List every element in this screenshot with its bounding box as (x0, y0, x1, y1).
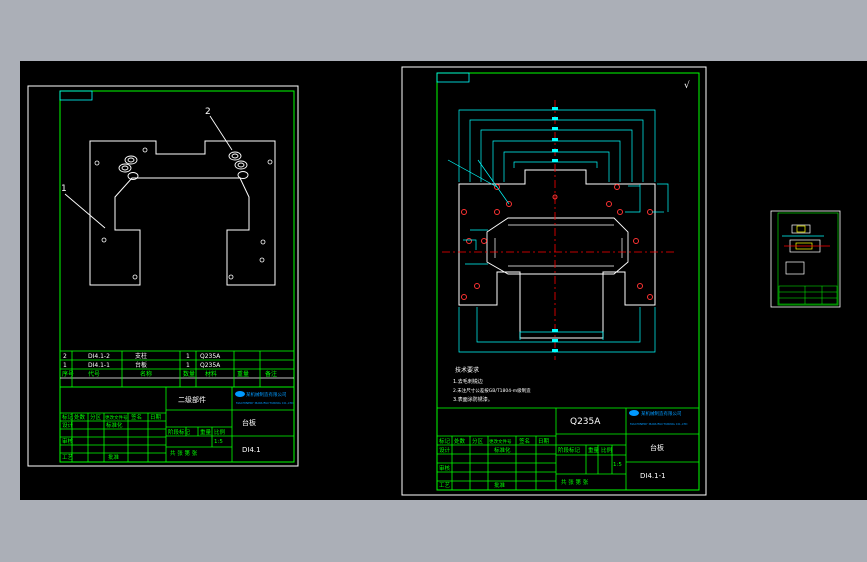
parts-row-no: 2 (63, 353, 67, 360)
role-label: 审核 (62, 437, 74, 445)
role-label: 工艺 (62, 454, 74, 461)
rev-label: 分区 (90, 413, 102, 421)
cad-drawing-canvas[interactable]: 1 2 2 DI4.1-2 支柱 1 Q235A 1 DI4.1-1 台板 1 (0, 0, 867, 562)
parts-row-name: 支柱 (135, 352, 147, 360)
notes-title: 技术要求 (455, 366, 479, 374)
thumbnail-outer-border (770, 210, 841, 308)
parts-row-material: Q235A (200, 362, 221, 369)
thumbnail-inner-border (777, 212, 839, 306)
parts-row-code: DI4.1-1 (88, 362, 110, 369)
approve-label: 批准 (494, 481, 506, 489)
left-sheet-code-box (59, 90, 93, 101)
svg-text:重量: 重量 (237, 370, 249, 378)
role-label: 设计 (439, 446, 451, 454)
left-parts-text: 2 DI4.1-2 支柱 1 Q235A 1 DI4.1-1 台板 1 Q235… (63, 352, 221, 369)
role-label: 工艺 (439, 482, 451, 489)
right-dimension-lines (447, 109, 669, 353)
approve-label: 批准 (108, 453, 120, 461)
svg-text:名称: 名称 (140, 370, 152, 378)
svg-text:数量: 数量 (183, 370, 195, 378)
company-name: 某机械制造有限公司 (246, 391, 287, 398)
company-name: 某机械制造有限公司 (641, 410, 682, 417)
role-label: 审核 (439, 464, 451, 472)
svg-text:备注: 备注 (265, 370, 277, 378)
rev-label: 日期 (150, 414, 162, 421)
parts-row-qty: 1 (186, 353, 190, 360)
roughness-symbol: √ (684, 80, 690, 91)
note-line: 3.表面涂防锈漆。 (453, 396, 493, 403)
sheet-count: 共 张 第 张 (170, 449, 198, 457)
right-sheet-code-box (436, 72, 470, 83)
rev-label: 签名 (131, 413, 142, 421)
right-inner-profile (486, 217, 629, 275)
svg-text:代号: 代号 (88, 370, 100, 378)
leader-label-1: 1 (61, 184, 67, 194)
tech-notes: 技术要求 1.去毛刺锐边 2.未注尺寸公差按GB/T1804-m级制造 3.表面… (453, 366, 531, 403)
left-sheet-inner-border (59, 90, 295, 463)
rev-label: 处数 (454, 437, 466, 445)
stage-label: 阶段标记 (558, 446, 581, 454)
drawing-number: DI4.1 (242, 446, 261, 454)
company-name-en: MACHINERY MANUFACTURING CO.,LTD (630, 422, 688, 426)
note-line: 2.未注尺寸公差按GB/T1804-m级制造 (453, 387, 531, 394)
parts-row-qty: 1 (186, 362, 190, 369)
rev-label: 标记 (62, 413, 74, 421)
company-name-en: MACHINERY MANUFACTURING CO.,LTD (236, 401, 294, 405)
std-label: 标准化 (106, 421, 123, 429)
rev-label: 更改文件号 (105, 414, 128, 421)
rev-label: 日期 (538, 438, 550, 445)
rev-label: 处数 (74, 413, 86, 421)
scale-label: 比例 (214, 428, 226, 436)
thumbnail-title-block (778, 285, 838, 305)
thumbnail-part (782, 224, 830, 275)
parts-row-name: 台板 (135, 361, 147, 369)
left-plate-outline (89, 140, 276, 286)
right-company-logo: 某机械制造有限公司 MACHINERY MANUFACTURING CO.,LT… (629, 410, 688, 426)
drawing-number: DI4.1-1 (640, 472, 666, 480)
right-holes-group (461, 184, 653, 300)
rev-label: 更改文件号 (489, 438, 512, 445)
thumbnail-sheet[interactable] (770, 210, 841, 308)
scale-label: 比例 (601, 446, 613, 454)
note-line: 1.去毛刺锐边 (453, 378, 483, 385)
sheet-count: 共 张 第 张 (561, 478, 589, 486)
svg-text:序号: 序号 (62, 370, 74, 378)
left-company-logo: 某机械制造有限公司 MACHINERY MANUFACTURING CO.,LT… (235, 391, 294, 405)
parts-row-material: Q235A (200, 353, 221, 360)
rev-label: 签名 (519, 437, 530, 445)
right-plate-outline (458, 169, 656, 339)
stage-label: 阶段标记 (168, 428, 191, 436)
std-label: 标准化 (494, 446, 511, 454)
leader-line-2 (209, 115, 233, 151)
right-sheet[interactable]: √ 技术要求 1.去毛刺锐边 2.未注尺寸公差按GB/T1804-m级制造 3.… (401, 66, 707, 496)
scale-value: 1:5 (214, 439, 223, 445)
material-label: Q235A (570, 417, 601, 427)
scale-value: 1:5 (613, 462, 622, 468)
svg-text:材料: 材料 (205, 370, 217, 378)
left-sheet[interactable]: 1 2 2 DI4.1-2 支柱 1 Q235A 1 DI4.1-1 台板 1 (27, 85, 299, 467)
rev-label: 标记 (439, 437, 451, 445)
right-inner-steps (494, 224, 623, 267)
right-sheet-inner-border (436, 72, 700, 491)
drawing-name: 台板 (242, 418, 256, 427)
assembly-title: 二级部件 (178, 395, 206, 404)
role-label: 设计 (62, 421, 74, 429)
leader-label-2: 2 (205, 107, 211, 117)
drawing-name: 台板 (650, 443, 664, 452)
left-sheet-outer-border (27, 85, 299, 467)
left-slots-group (118, 151, 249, 180)
parts-row-code: DI4.1-2 (88, 353, 110, 360)
right-sheet-outer-border (401, 66, 707, 496)
weight-label: 重量 (588, 446, 600, 454)
parts-row-no: 1 (63, 362, 67, 369)
rev-label: 分区 (472, 437, 484, 445)
leader-line-1 (64, 193, 106, 229)
weight-label: 重量 (200, 428, 212, 436)
left-parts-header: 序号 代号 名称 数量 材料 重量 备注 (62, 370, 277, 378)
